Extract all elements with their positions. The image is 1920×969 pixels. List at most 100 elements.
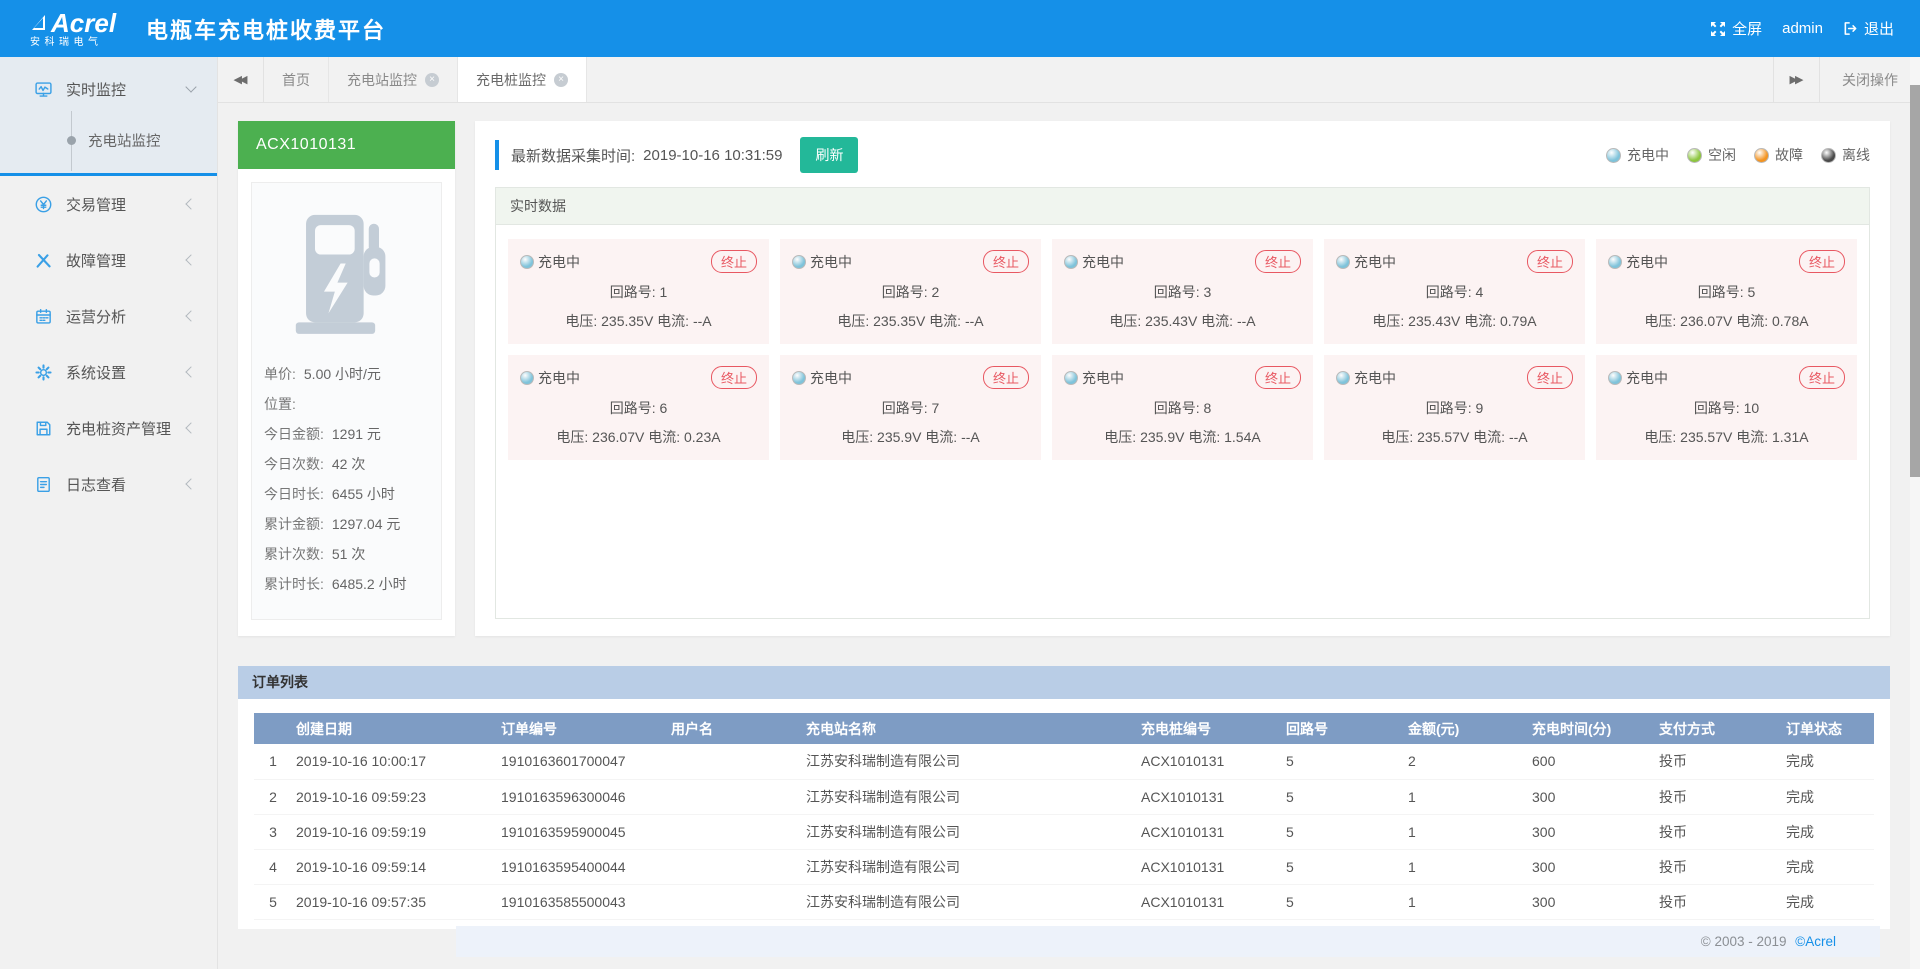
orders-col-5: 回路号 [1282,713,1404,744]
table-row[interactable]: 32019-10-16 09:59:191910163595900045江苏安科… [254,814,1874,849]
table-row[interactable]: 52019-10-16 09:57:351910163585500043江苏安科… [254,884,1874,919]
circuit-status-label: 充电中 [810,252,852,272]
terminate-button[interactable]: 终止 [983,366,1029,389]
stat-value: 51 次 [332,539,365,569]
order-cell: 完成 [1782,779,1874,814]
sidebar-item-label: 充电桩资产管理 [66,418,171,439]
station-stat-0: 单价:5.00 小时/元 [264,359,429,389]
chevron-left-icon [185,422,196,433]
order-cell: 5 [1282,779,1404,814]
sidebar-item-0[interactable]: 实时监控 [0,61,217,117]
table-row[interactable]: 42019-10-16 09:59:141910163595400044江苏安科… [254,849,1874,884]
vertical-scrollbar[interactable] [1910,57,1920,969]
charging-dot-icon [520,255,534,269]
circuit-card-top: 充电中 终止 [1608,366,1845,389]
orders-col-4: 充电桩编号 [1137,713,1282,744]
tab-0[interactable]: 首页 [264,57,329,102]
chevron-left-icon [185,198,196,209]
charging-dot-icon [1064,255,1078,269]
circuit-card-3: 充电中终止回路号: 3电压: 235.43V 电流: --A [1052,239,1313,344]
tabs-scroll-left-button[interactable]: ◀◀ [218,57,264,102]
tabs-scroll-right-button[interactable]: ▶▶ [1773,57,1819,102]
sidebar-item-2[interactable]: 故障管理 [0,232,217,288]
order-cell: 1 [254,744,292,779]
gear-icon [34,363,53,382]
sidebar-item-label: 系统设置 [66,362,126,383]
stat-value: 1291 元 [332,419,381,449]
charging-dot-icon [1064,371,1078,385]
sidebar-item-6[interactable]: 日志查看 [0,456,217,512]
order-cell: ACX1010131 [1137,849,1282,884]
station-stat-2: 今日金额:1291 元 [264,419,429,449]
terminate-button[interactable]: 终止 [983,250,1029,273]
tab-close-icon[interactable]: × [554,73,568,87]
circuit-measurements: 电压: 235.57V 电流: 1.31A [1608,427,1845,447]
circuit-status: 充电中 [1336,368,1396,388]
scrollbar-thumb[interactable] [1910,85,1920,477]
table-row[interactable]: 12019-10-16 10:00:171910163601700047江苏安科… [254,744,1874,779]
tab-1[interactable]: 充电站监控× [329,57,458,102]
charging-dot-icon [1608,255,1622,269]
circuit-card-top: 充电中 终止 [1336,366,1573,389]
circuit-card-7: 充电中终止回路号: 7电压: 235.9V 电流: --A [780,355,1041,460]
close-operations-label: 关闭操作 [1842,70,1898,90]
terminate-button[interactable]: 终止 [1255,250,1301,273]
orders-header-row: 创建日期订单编号用户名充电站名称充电桩编号回路号金额(元)充电时间(分)支付方式… [254,713,1874,744]
circuit-number: 回路号: 8 [1064,398,1301,418]
legend-label: 空闲 [1708,145,1736,165]
circuit-card-top: 充电中 终止 [792,250,1029,273]
charging-pile-icon [264,197,429,359]
order-cell: 5 [254,884,292,919]
order-cell: 1910163596300046 [497,779,667,814]
stat-label: 位置: [264,389,296,419]
username: admin [1782,20,1823,37]
content: ACX1010131 [218,103,1920,969]
sidebar-item-3[interactable]: 运营分析 [0,288,217,344]
table-row[interactable]: 22019-10-16 09:59:231910163596300046江苏安科… [254,779,1874,814]
order-cell: 4 [254,849,292,884]
circuit-measurements: 电压: 235.35V 电流: --A [520,311,757,331]
circuit-status-label: 充电中 [1626,368,1668,388]
station-card: ACX1010131 [238,121,455,636]
order-cell: 江苏安科瑞制造有限公司 [802,744,1137,779]
terminate-button[interactable]: 终止 [1527,366,1573,389]
station-stat-1: 位置: [264,389,429,419]
order-cell: 600 [1528,744,1655,779]
circuit-measurements: 电压: 235.35V 电流: --A [792,311,1029,331]
order-cell: 5 [1282,884,1404,919]
orders-col-7: 充电时间(分) [1528,713,1655,744]
terminate-button[interactable]: 终止 [711,366,757,389]
terminate-button[interactable]: 终止 [1255,366,1301,389]
circuit-card-4: 充电中终止回路号: 4电压: 235.43V 电流: 0.79A [1324,239,1585,344]
order-cell: 投币 [1655,744,1782,779]
terminate-button[interactable]: 终止 [711,250,757,273]
sidebar-subitem-0[interactable]: 充电站监控 [0,117,217,163]
sidebar-item-1[interactable]: 交易管理 [0,176,217,232]
tab-close-icon[interactable]: × [425,73,439,87]
user-menu[interactable]: admin [1782,20,1823,37]
legend-item-0: 充电中 [1606,145,1669,165]
logout-button[interactable]: 退出 [1843,18,1894,39]
legend-label: 故障 [1775,145,1803,165]
terminate-button[interactable]: 终止 [1799,250,1845,273]
close-operations-menu[interactable]: 关闭操作 [1819,57,1920,102]
orders-table: 创建日期订单编号用户名充电站名称充电桩编号回路号金额(元)充电时间(分)支付方式… [254,713,1874,920]
terminate-button[interactable]: 终止 [1527,250,1573,273]
fullscreen-button[interactable]: 全屏 [1710,18,1762,39]
charging-dot-icon [792,371,806,385]
legend-dot-icon [1606,148,1621,163]
terminate-button[interactable]: 终止 [1799,366,1845,389]
station-stat-5: 累计金额:1297.04 元 [264,509,429,539]
order-cell: 江苏安科瑞制造有限公司 [802,814,1137,849]
tab-2[interactable]: 充电桩监控× [458,57,587,102]
order-cell: 完成 [1782,849,1874,884]
footer-brand-link[interactable]: ©Acrel [1795,934,1836,949]
circuit-number: 回路号: 9 [1336,398,1573,418]
refresh-button[interactable]: 刷新 [800,137,858,173]
circuit-status-label: 充电中 [1082,252,1124,272]
order-cell: 5 [1282,744,1404,779]
sidebar-item-4[interactable]: 系统设置 [0,344,217,400]
sidebar-item-5[interactable]: 充电桩资产管理 [0,400,217,456]
order-cell: 2019-10-16 09:57:35 [292,884,497,919]
circuit-grid: 充电中终止回路号: 1电压: 235.35V 电流: --A充电中终止回路号: … [496,225,1869,474]
